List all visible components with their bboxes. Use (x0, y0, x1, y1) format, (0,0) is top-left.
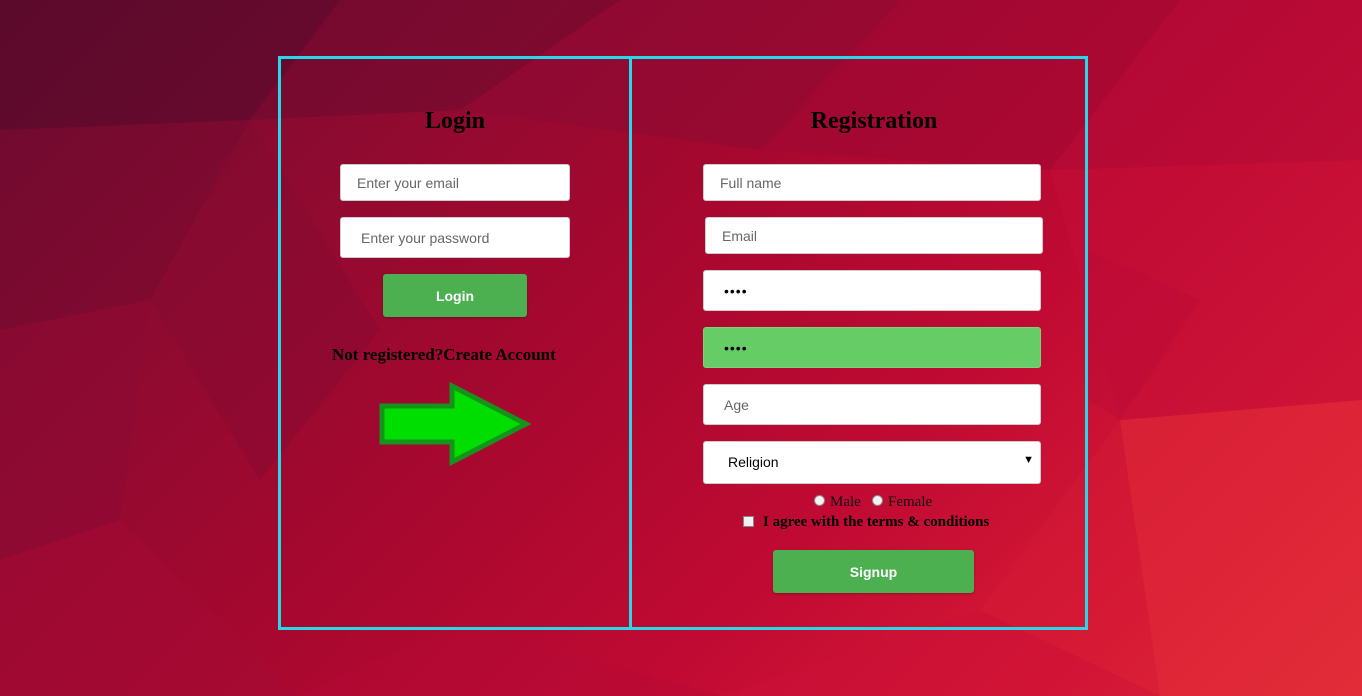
password-value: •••• (724, 283, 748, 299)
male-radio[interactable] (814, 495, 825, 506)
age-input[interactable] (703, 384, 1041, 425)
login-button[interactable]: Login (383, 274, 527, 317)
confirm-password-input[interactable]: •••• (703, 327, 1041, 368)
dropdown-arrow-icon: ▼ (1023, 454, 1034, 466)
signup-button[interactable]: Signup (773, 550, 974, 593)
male-label: Male (830, 494, 861, 510)
login-title: Login (424, 108, 486, 134)
female-radio[interactable] (872, 495, 883, 506)
register-password-input[interactable]: •••• (703, 270, 1041, 311)
gender-radio-group: Male Female (812, 493, 952, 513)
register-prompt: Not registered?Create Account (332, 345, 556, 365)
female-label: Female (888, 494, 933, 510)
confirm-password-value: •••• (724, 340, 748, 356)
register-email-input[interactable] (705, 217, 1043, 254)
create-account-link[interactable]: Create Account (443, 345, 556, 364)
login-panel (278, 56, 632, 630)
terms-label: I agree with the terms & conditions (763, 514, 990, 530)
religion-selected-value: Religion (728, 454, 779, 470)
terms-checkbox[interactable] (743, 516, 754, 527)
registration-title: Registration (810, 108, 938, 134)
login-email-input[interactable] (340, 164, 570, 201)
login-password-input[interactable] (340, 217, 570, 258)
fullname-input[interactable] (703, 164, 1041, 201)
religion-select[interactable]: Religion ▼ (703, 441, 1041, 484)
not-registered-text: Not registered? (332, 345, 444, 364)
right-arrow-icon (379, 381, 532, 467)
